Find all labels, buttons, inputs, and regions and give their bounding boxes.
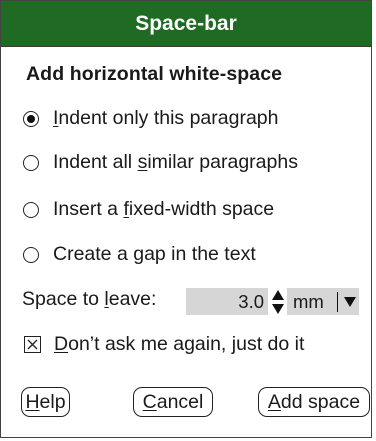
stepper-down-icon[interactable] bbox=[272, 304, 284, 314]
unit-select[interactable]: mm bbox=[287, 288, 359, 315]
radio-button[interactable] bbox=[23, 246, 39, 263]
dropdown-arrow-icon bbox=[344, 296, 356, 307]
section-heading: Add horizontal white-space bbox=[26, 63, 283, 85]
checkbox-label: Don’t ask me again, just do it bbox=[54, 333, 305, 355]
stepper-up-icon[interactable] bbox=[272, 290, 284, 300]
option-indent-paragraph[interactable]: Indent only this paragraph bbox=[23, 107, 279, 130]
space-bar-dialog: Space-bar Add horizontal white-space Ind… bbox=[0, 0, 372, 438]
option-gap-in-text[interactable]: Create a gap in the text bbox=[23, 243, 256, 266]
value-stepper[interactable] bbox=[272, 290, 284, 314]
radio-button[interactable] bbox=[23, 154, 39, 171]
cancel-button[interactable]: Cancel bbox=[133, 387, 213, 417]
space-to-leave-label: Space to leave: bbox=[22, 288, 157, 310]
option-label: Insert a fixed-width space bbox=[53, 198, 275, 220]
dialog-title: Space-bar bbox=[1, 1, 371, 47]
radio-button[interactable] bbox=[23, 201, 39, 218]
option-label: Indent only this paragraph bbox=[53, 107, 279, 129]
unit-value: mm bbox=[287, 291, 338, 312]
option-label: Create a gap in the text bbox=[53, 243, 256, 265]
radio-dot-icon bbox=[27, 114, 35, 123]
check-x-icon bbox=[27, 339, 38, 350]
space-value-input[interactable]: 3.0 bbox=[186, 288, 268, 315]
option-label: Indent all similar paragraphs bbox=[53, 151, 298, 173]
radio-button-selected[interactable] bbox=[23, 110, 39, 127]
option-fixed-width-space[interactable]: Insert a fixed-width space bbox=[23, 198, 274, 221]
option-indent-similar[interactable]: Indent all similar paragraphs bbox=[23, 151, 298, 174]
help-button[interactable]: Help bbox=[21, 387, 70, 417]
dont-ask-checkbox[interactable] bbox=[24, 336, 41, 353]
add-space-button[interactable]: Add space bbox=[258, 387, 370, 417]
dont-ask-again-option[interactable]: Don’t ask me again, just do it bbox=[24, 333, 304, 356]
